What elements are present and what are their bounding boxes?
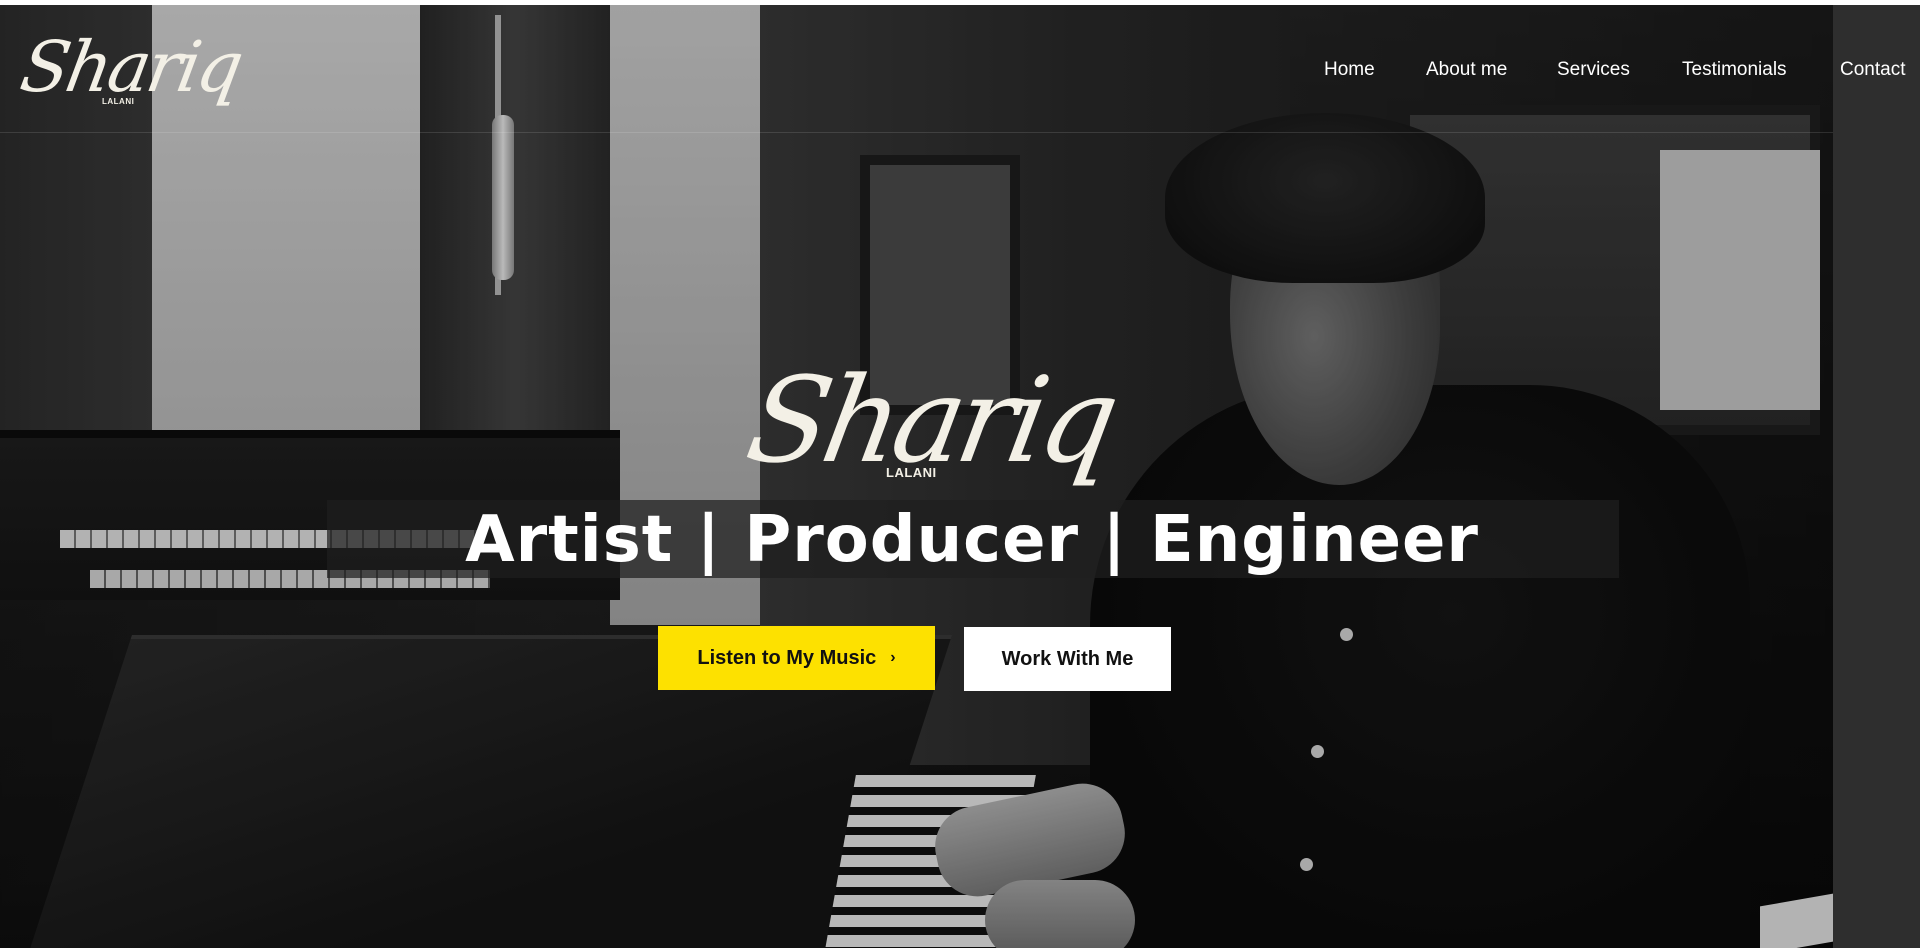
page-right-edge [1833, 5, 1920, 948]
logo-subtext: LALANI [102, 97, 135, 106]
nav-contact[interactable]: Contact [1840, 59, 1905, 81]
chevron-right-icon: › [890, 649, 896, 666]
nav-about-me[interactable]: About me [1426, 59, 1507, 81]
page-frame: Shariq LALANI Home About me Services Tes… [0, 5, 1920, 948]
header-divider [0, 132, 1833, 133]
hero-logo: Shariq LALANI [738, 351, 1123, 495]
site-header: Shariq LALANI Home About me Services Tes… [0, 5, 1920, 133]
hero-logo-subtext: LALANI [886, 465, 937, 480]
nav-testimonials[interactable]: Testimonials [1682, 59, 1787, 81]
nav-home[interactable]: Home [1324, 59, 1375, 81]
nav-services[interactable]: Services [1557, 59, 1630, 81]
hero-tagline: Artist | Producer | Engineer [465, 503, 1479, 577]
work-with-me-button[interactable]: Work With Me [964, 627, 1171, 691]
site-logo[interactable]: Shariq LALANI [15, 26, 247, 117]
listen-to-my-music-button[interactable]: Listen to My Music › [658, 626, 935, 690]
listen-button-label: Listen to My Music [697, 646, 877, 669]
work-button-label: Work With Me [1001, 647, 1134, 670]
logo-script-text: Shariq [14, 26, 247, 108]
